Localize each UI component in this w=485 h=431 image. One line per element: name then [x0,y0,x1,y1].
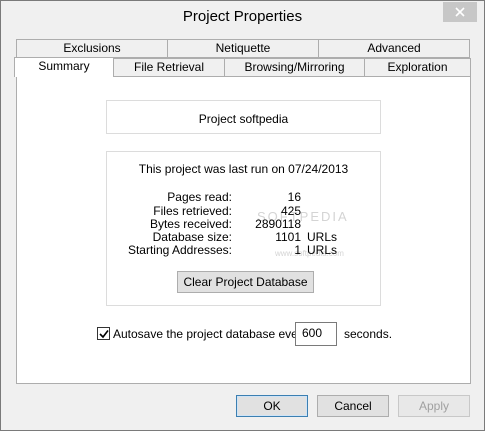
tab-browsing-mirroring[interactable]: Browsing/Mirroring [224,58,365,77]
last-run-text: This project was last run on 07/24/2013 [138,162,349,176]
tab-label: Advanced [367,41,421,55]
files-retrieved-value: 425 [280,204,301,218]
tab-file-retrieval[interactable]: File Retrieval [113,58,225,77]
autosave-interval-input[interactable]: 600 [295,322,337,346]
bytes-received-value: 2890118 [255,217,301,231]
tab-label: File Retrieval [133,60,205,74]
tab-label: Browsing/Mirroring [244,60,345,74]
pages-read-value: 16 [287,190,301,204]
summary-panel: Project softpedia This project was last … [16,76,471,384]
tab-exclusions[interactable]: Exclusions [16,39,168,58]
tab-netiquette[interactable]: Netiquette [167,39,319,58]
database-size-unit: URLs [307,230,338,244]
autosave-checkbox[interactable] [97,327,110,340]
autosave-label: Autosave the project database every [113,327,308,341]
ok-button[interactable]: OK [236,395,308,417]
close-button[interactable] [443,2,477,22]
tab-summary[interactable]: Summary [14,57,114,77]
tab-label: Exploration [387,60,448,74]
close-icon [455,7,465,17]
checkmark-icon [99,330,109,339]
database-size-value: 1101 [275,230,301,244]
project-name-box: Project softpedia [106,100,381,134]
bytes-received-label: Bytes received: [149,217,232,231]
tab-label: Netiquette [215,41,271,55]
window-title: Project Properties [182,8,303,25]
pages-read-label: Pages read: [167,190,232,204]
autosave-suffix: seconds. [344,327,393,341]
starting-addresses-label: Starting Addresses: [127,243,232,257]
project-name: Project softpedia [198,112,289,126]
clear-project-database-button[interactable]: Clear Project Database [177,271,314,293]
project-properties-window: Project Properties Exclusions Netiquette… [0,0,485,431]
tab-label: Exclusions [63,41,121,55]
project-stats-box: This project was last run on 07/24/2013 … [106,151,381,306]
title-bar: Project Properties [1,1,484,31]
files-retrieved-label: Files retrieved: [153,204,232,218]
cancel-button[interactable]: Cancel [317,395,389,417]
tab-advanced[interactable]: Advanced [318,39,470,58]
database-size-label: Database size: [152,230,232,244]
starting-addresses-value: 1 [294,243,301,257]
apply-button[interactable]: Apply [398,395,470,417]
tab-exploration[interactable]: Exploration [364,58,471,77]
starting-addresses-unit: URLs [307,243,338,257]
tab-label: Summary [38,59,90,73]
